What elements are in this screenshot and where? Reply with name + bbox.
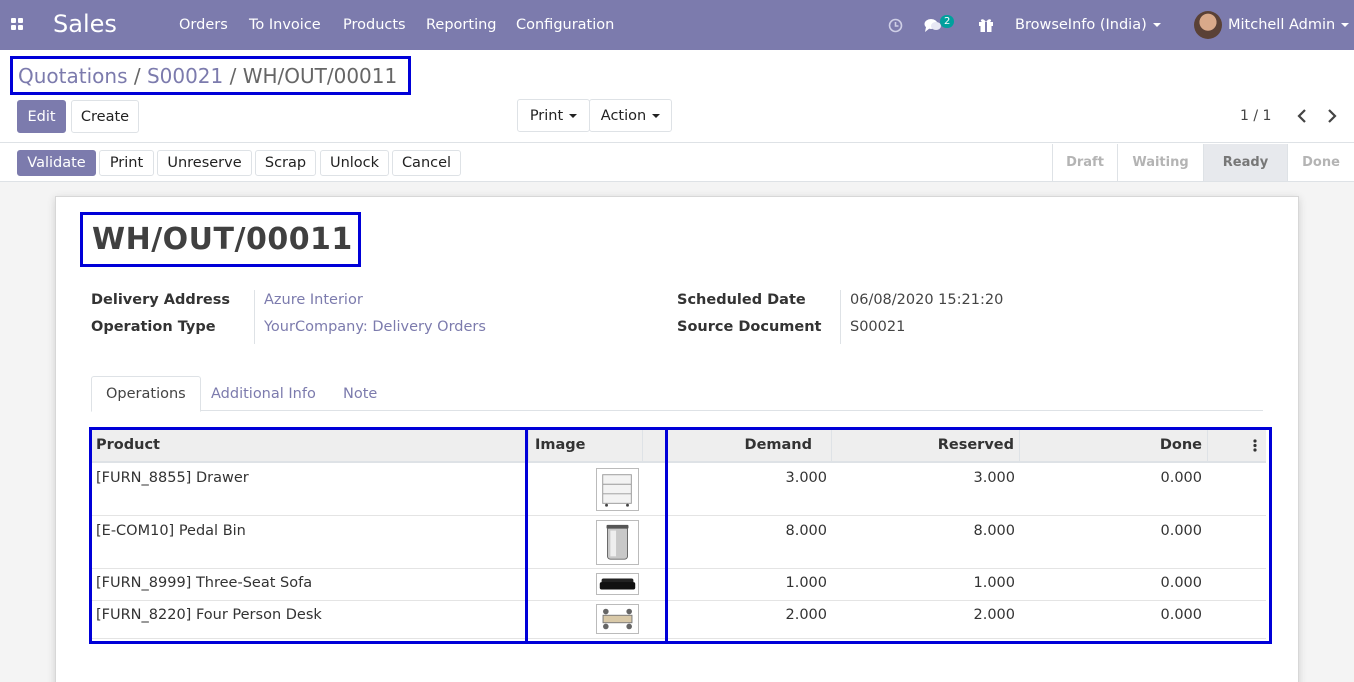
column-divider (1019, 430, 1020, 461)
table-row[interactable]: [FURN_8220] Four Person Desk 2.000 2.000… (91, 601, 1266, 639)
column-divider (528, 430, 529, 461)
menu-orders[interactable]: Orders (179, 17, 228, 33)
delivery-address-value[interactable]: Azure Interior (264, 292, 363, 308)
unlock-button[interactable]: Unlock (320, 150, 389, 176)
product-name: [FURN_8220] Four Person Desk (96, 607, 322, 623)
field-divider (254, 290, 255, 344)
caret-down-icon (1341, 23, 1350, 27)
caret-down-icon (652, 113, 661, 118)
col-reserved[interactable]: Reserved (851, 430, 1014, 461)
done-value: 0.000 (1160, 575, 1202, 591)
demand-value: 1.000 (785, 575, 827, 591)
gift-icon[interactable] (978, 17, 994, 33)
menu-products[interactable]: Products (343, 17, 406, 33)
reserved-value: 1.000 (973, 575, 1015, 591)
activity-clock-icon[interactable] (888, 18, 903, 33)
column-divider (831, 430, 832, 461)
stage-ready: Ready (1203, 144, 1287, 181)
menu-reporting[interactable]: Reporting (426, 17, 497, 33)
caret-down-icon (1152, 23, 1161, 27)
action-label: Action (600, 107, 647, 124)
product-name: [FURN_8855] Drawer (96, 470, 249, 486)
tab-additional-info[interactable]: Additional Info (197, 376, 330, 412)
scheduled-date-value[interactable]: 06/08/2020 15:21:20 (850, 292, 1003, 308)
print-label: Print (529, 107, 564, 124)
record-title: WH/OUT/00011 (92, 222, 353, 257)
breadcrumb-current: WH/OUT/00011 (242, 64, 398, 88)
table-header: Product Image Demand Reserved Done (91, 430, 1266, 463)
demand-value: 2.000 (785, 607, 827, 623)
company-switcher[interactable]: BrowseInfo (India) (1015, 17, 1161, 33)
app-name[interactable]: Sales (53, 10, 117, 38)
edit-button[interactable]: Edit (17, 100, 66, 133)
product-image-pedal-bin (596, 520, 639, 565)
product-image-desk (596, 604, 639, 634)
column-divider (1207, 430, 1208, 461)
done-value: 0.000 (1160, 470, 1202, 486)
menu-to-invoice[interactable]: To Invoice (249, 17, 321, 33)
user-menu[interactable]: Mitchell Admin (1228, 17, 1350, 33)
scrap-button[interactable]: Scrap (255, 150, 316, 176)
col-product[interactable]: Product (96, 430, 160, 461)
demand-value: 3.000 (785, 470, 827, 486)
product-name: [E-COM10] Pedal Bin (96, 523, 246, 539)
pager-next-icon[interactable] (1327, 109, 1337, 123)
unreserve-button[interactable]: Unreserve (157, 150, 252, 176)
print-button[interactable]: Print (99, 150, 154, 176)
col-demand[interactable]: Demand (671, 430, 812, 461)
table-row[interactable]: [E-COM10] Pedal Bin 8.000 8.000 0.000 (91, 516, 1266, 569)
delivery-address-label: Delivery Address (91, 292, 230, 308)
action-dropdown[interactable]: Action (589, 99, 672, 132)
product-name: [FURN_8999] Three-Seat Sofa (96, 575, 313, 591)
message-count-badge: 2 (940, 15, 955, 28)
product-image-drawer (596, 468, 639, 511)
done-value: 0.000 (1160, 523, 1202, 539)
menu-configuration[interactable]: Configuration (516, 17, 614, 33)
pager-value[interactable]: 1 / 1 (1240, 108, 1271, 124)
breadcrumb: Quotations / S00021 / WH/OUT/00011 (18, 64, 398, 88)
table-row[interactable]: [FURN_8855] Drawer 3.000 3.000 0.000 (91, 463, 1266, 516)
pager-previous-icon[interactable] (1297, 109, 1307, 123)
stage-draft: Draft (1052, 144, 1117, 181)
tab-note[interactable]: Note (329, 376, 391, 412)
create-button[interactable]: Create (71, 100, 139, 133)
done-value: 0.000 (1160, 607, 1202, 623)
col-image[interactable]: Image (535, 430, 586, 461)
tab-operations[interactable]: Operations (91, 376, 201, 412)
caret-down-icon (569, 113, 578, 118)
col-done[interactable]: Done (1041, 430, 1202, 461)
notebook-tabs: Operations Additional Info Note (91, 376, 1263, 412)
operation-type-value[interactable]: YourCompany: Delivery Orders (264, 319, 486, 335)
user-avatar[interactable] (1194, 11, 1222, 39)
breadcrumb-quotations[interactable]: Quotations (18, 64, 127, 88)
company-name: BrowseInfo (India) (1015, 17, 1147, 33)
table-row[interactable]: [FURN_8999] Three-Seat Sofa 1.000 1.000 … (91, 569, 1266, 601)
demand-value: 8.000 (785, 523, 827, 539)
breadcrumb-order[interactable]: S00021 (147, 64, 223, 88)
scheduled-date-label: Scheduled Date (677, 292, 806, 308)
stage-pipeline: Draft Waiting Ready Done (1052, 144, 1354, 181)
field-divider (840, 290, 841, 344)
column-divider (642, 430, 643, 461)
product-image-sofa (596, 573, 639, 595)
operation-type-label: Operation Type (91, 319, 216, 335)
reserved-value: 8.000 (973, 523, 1015, 539)
print-dropdown[interactable]: Print (517, 99, 590, 132)
top-navbar: Sales Orders To Invoice Products Reporti… (0, 0, 1354, 50)
reserved-value: 2.000 (973, 607, 1015, 623)
source-document-label: Source Document (677, 319, 822, 335)
stage-waiting: Waiting (1117, 144, 1203, 181)
cancel-button[interactable]: Cancel (392, 150, 461, 176)
apps-menu-icon[interactable] (11, 18, 24, 31)
source-document-value[interactable]: S00021 (850, 319, 905, 335)
stage-done: Done (1287, 144, 1354, 181)
reserved-value: 3.000 (973, 470, 1015, 486)
optional-columns-icon[interactable] (1253, 439, 1257, 452)
validate-button[interactable]: Validate (17, 150, 96, 176)
user-name: Mitchell Admin (1228, 17, 1336, 33)
